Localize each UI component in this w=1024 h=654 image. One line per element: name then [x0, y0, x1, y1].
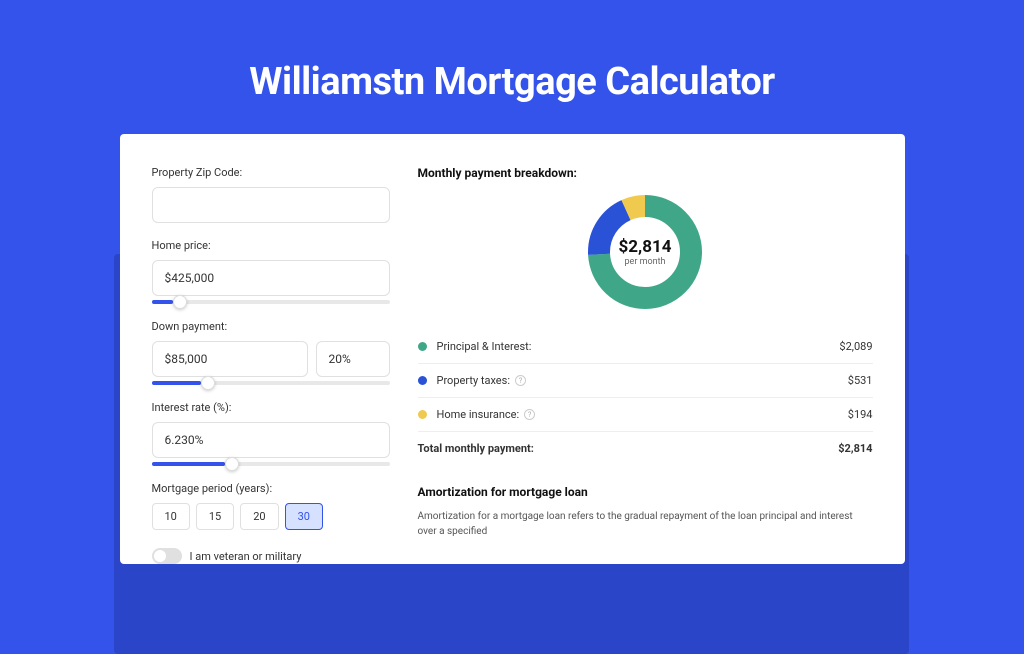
slider-thumb[interactable]	[173, 295, 187, 309]
period-label: Mortgage period (years):	[152, 482, 390, 495]
line-value: $2,089	[839, 340, 872, 353]
line-principal: Principal & Interest: $2,089	[418, 330, 873, 363]
period-10-button[interactable]: 10	[152, 503, 190, 530]
amort-text: Amortization for a mortgage loan refers …	[418, 509, 873, 539]
line-total: Total monthly payment: $2,814	[418, 432, 873, 465]
down-amount-input[interactable]	[152, 341, 308, 377]
veteran-toggle[interactable]	[152, 548, 182, 564]
zip-input[interactable]	[152, 187, 390, 223]
donut-chart-wrap: $2,814 per month	[418, 192, 873, 312]
price-label: Home price:	[152, 239, 390, 252]
line-taxes: Property taxes:? $531	[418, 364, 873, 397]
slider-thumb[interactable]	[225, 457, 239, 471]
donut-value: $2,814	[619, 237, 672, 257]
help-icon[interactable]: ?	[524, 409, 535, 420]
rate-slider[interactable]	[152, 462, 390, 466]
line-value: $531	[848, 374, 873, 387]
donut-chart: $2,814 per month	[585, 192, 705, 312]
zip-group: Property Zip Code:	[152, 166, 390, 223]
line-insurance: Home insurance:? $194	[418, 398, 873, 431]
breakdown-title: Monthly payment breakdown:	[418, 166, 873, 180]
price-group: Home price:	[152, 239, 390, 304]
amortization-section: Amortization for mortgage loan Amortizat…	[418, 485, 873, 539]
period-20-button[interactable]: 20	[240, 503, 278, 530]
page-title: Williamstn Mortgage Calculator	[0, 60, 1024, 104]
hero: Williamstn Mortgage Calculator	[0, 0, 1024, 104]
total-label: Total monthly payment:	[418, 442, 839, 455]
down-label: Down payment:	[152, 320, 390, 333]
amort-title: Amortization for mortgage loan	[418, 485, 873, 499]
veteran-label: I am veteran or military	[190, 550, 302, 563]
line-label: Property taxes:?	[437, 374, 848, 387]
form-column: Property Zip Code: Home price: Down paym…	[152, 166, 390, 564]
calculator-card: Property Zip Code: Home price: Down paym…	[120, 134, 905, 564]
rate-group: Interest rate (%):	[152, 401, 390, 466]
donut-center: $2,814 per month	[619, 237, 672, 267]
veteran-row: I am veteran or military	[152, 548, 390, 564]
line-value: $194	[848, 408, 873, 421]
down-pct-input[interactable]	[316, 341, 390, 377]
price-slider[interactable]	[152, 300, 390, 304]
rate-input[interactable]	[152, 422, 390, 458]
dot-icon	[418, 410, 427, 419]
breakdown-column: Monthly payment breakdown: $2,814 per mo…	[418, 166, 873, 564]
zip-label: Property Zip Code:	[152, 166, 390, 179]
rate-label: Interest rate (%):	[152, 401, 390, 414]
dot-icon	[418, 376, 427, 385]
period-options: 10 15 20 30	[152, 503, 390, 530]
period-15-button[interactable]: 15	[196, 503, 234, 530]
down-slider[interactable]	[152, 381, 390, 385]
line-label: Home insurance:?	[437, 408, 848, 421]
slider-thumb[interactable]	[201, 376, 215, 390]
help-icon[interactable]: ?	[515, 375, 526, 386]
price-input[interactable]	[152, 260, 390, 296]
down-group: Down payment:	[152, 320, 390, 385]
toggle-knob	[154, 550, 166, 562]
donut-sub: per month	[619, 257, 672, 267]
line-label: Principal & Interest:	[437, 340, 840, 353]
period-30-button[interactable]: 30	[285, 503, 323, 530]
total-value: $2,814	[838, 442, 872, 455]
dot-icon	[418, 342, 427, 351]
period-group: Mortgage period (years): 10 15 20 30	[152, 482, 390, 530]
